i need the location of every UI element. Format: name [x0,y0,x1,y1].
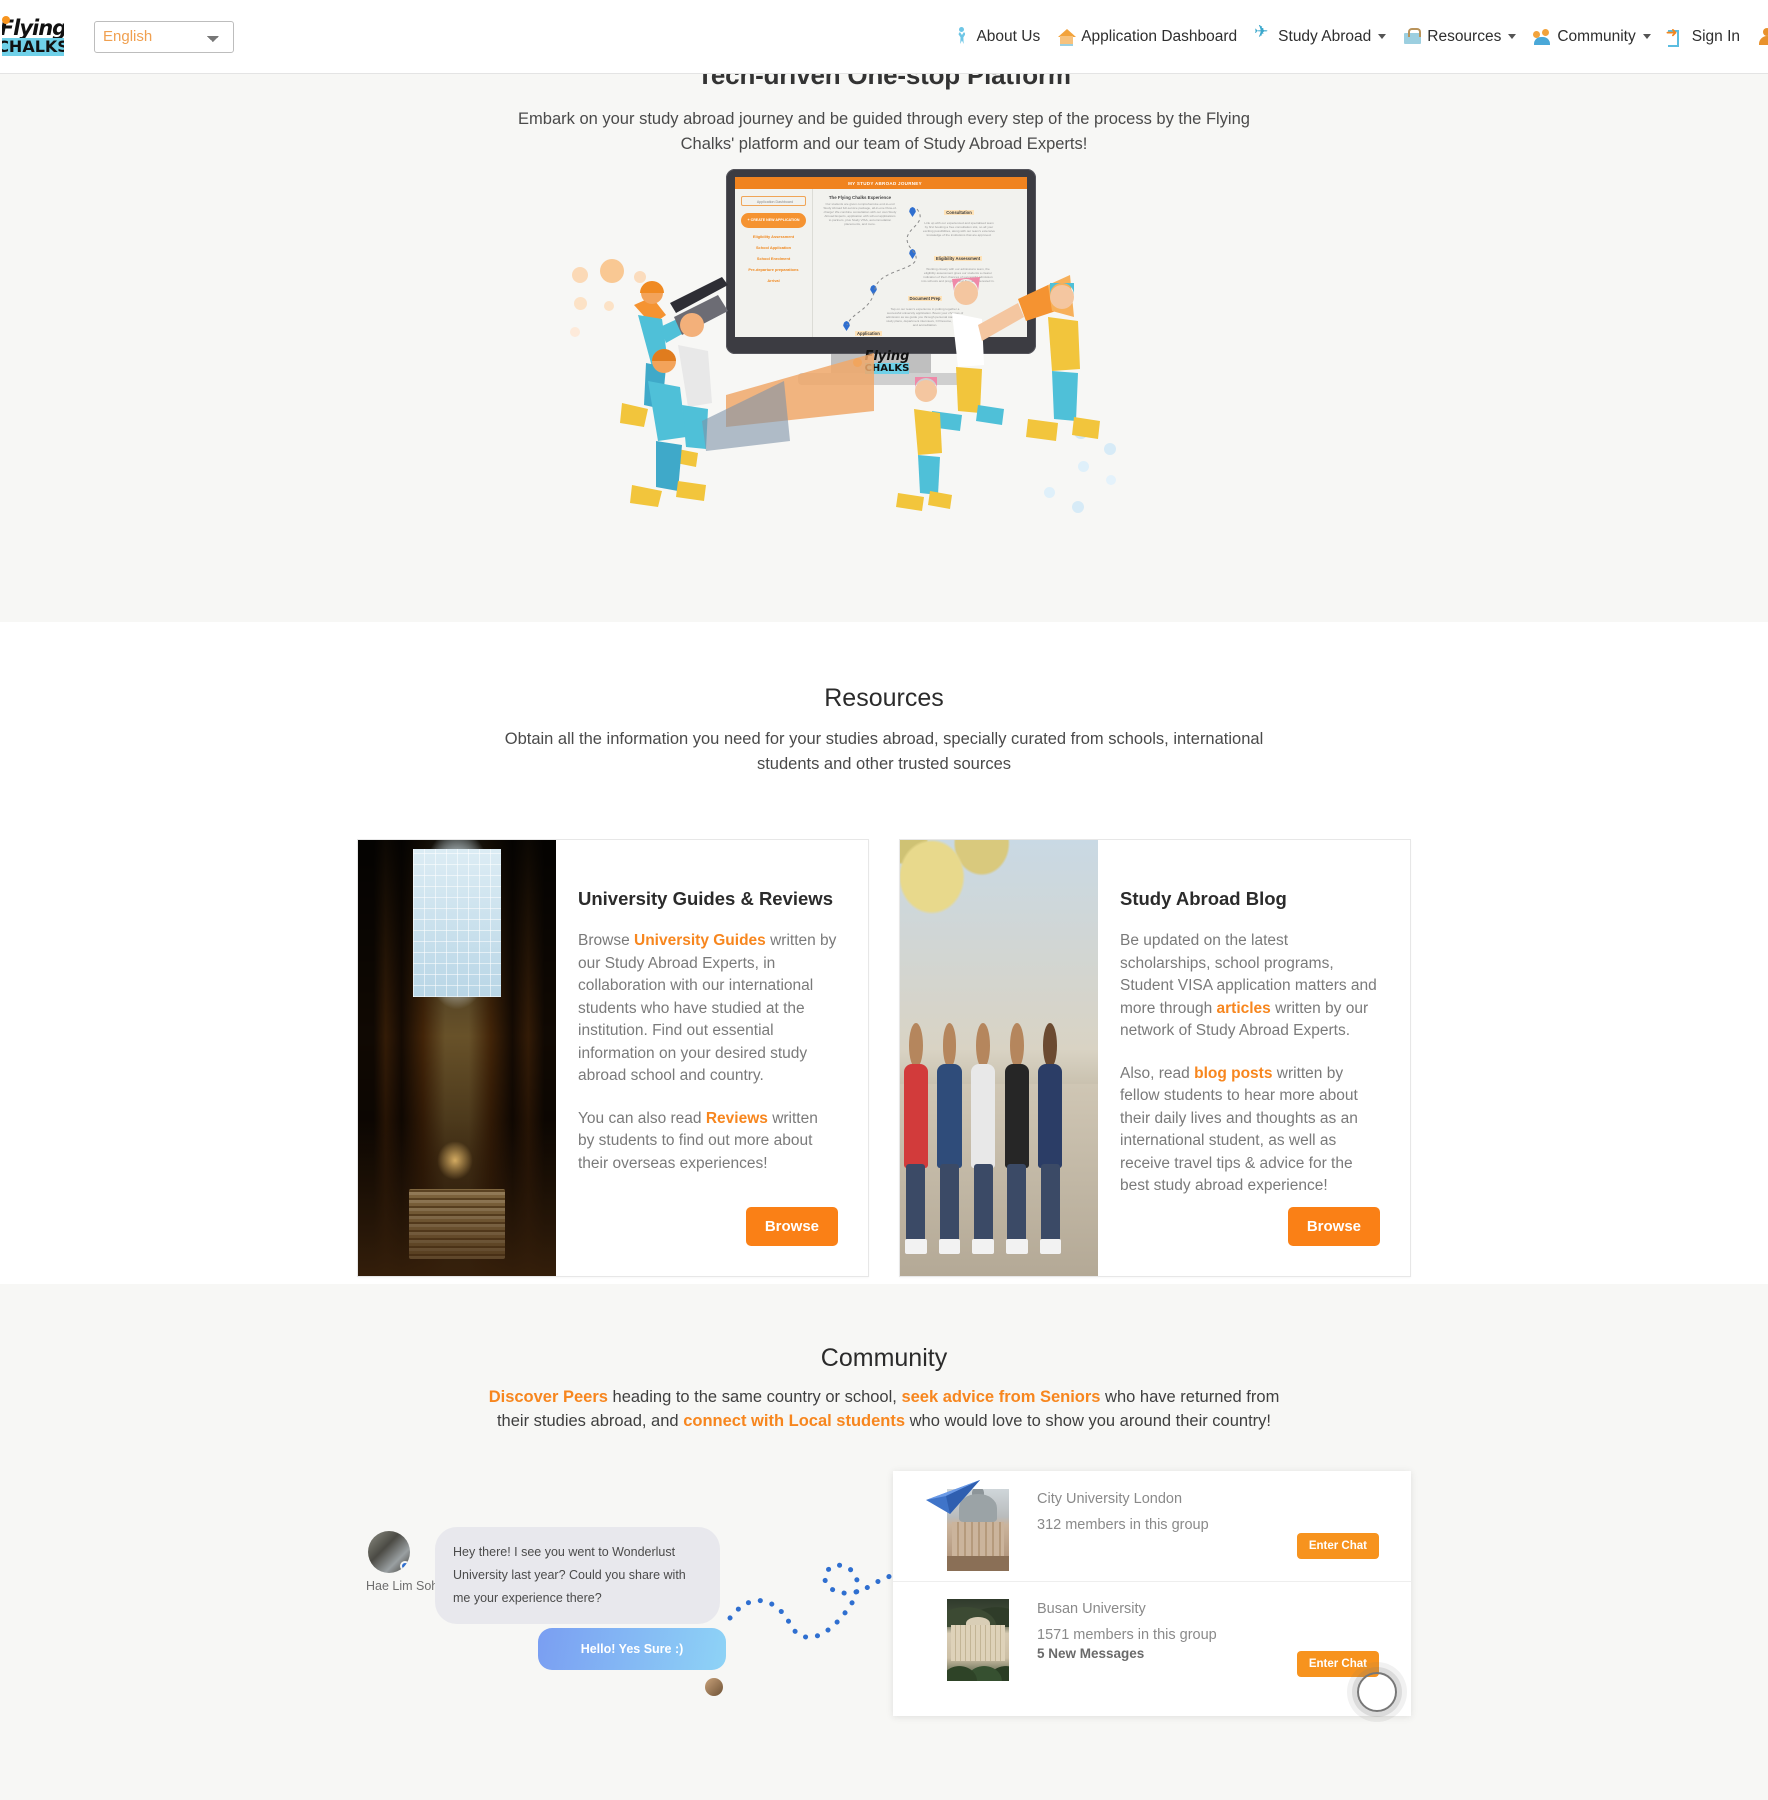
online-status-dot [400,1561,410,1571]
resource-card-body: University Guides & Reviews Browse Unive… [556,840,868,1276]
photo-person [934,1023,966,1255]
photo-lamp-detail [437,1140,473,1181]
chevron-down-icon [1642,34,1651,39]
nav-item-resources[interactable]: Resources [1403,27,1517,46]
brand-logo[interactable]: Flying CHALKS [2,6,64,68]
photo-person [1001,1023,1033,1255]
group-name: City University London [1037,1491,1183,1507]
nav-item-community[interactable]: Community [1533,27,1651,46]
nav-label: Community [1557,27,1636,45]
browse-button[interactable]: Browse [745,1207,838,1246]
group-list-item[interactable]: Busan University 1571 members in this gr… [893,1589,1411,1699]
nav-label: Sign In [1691,27,1740,45]
nav-item-application-dashboard[interactable]: Application Dashboard [1057,27,1237,46]
nav-label: Resources [1427,27,1502,45]
logo-dot-icon [2,15,10,24]
photo-students-row [900,1023,1098,1255]
library-interior-photo [358,840,556,1276]
browse-button[interactable]: Browse [1287,1207,1380,1246]
resource-card-title: University Guides & Reviews [578,888,833,909]
articles-link[interactable]: articles [1217,1000,1271,1017]
resource-card-body: Study Abroad Blog Be updated on the late… [1098,840,1410,1276]
photo-book-stack-detail [409,1188,505,1259]
students-figures [620,275,1100,511]
study-abroad-platform-illustration: MY STUDY ABROAD JOURNEY Application Dash… [570,169,1194,565]
person-icon [952,27,971,46]
group-new-messages-badge: 5 New Messages [1037,1646,1145,1661]
busan-university-photo [947,1599,1009,1681]
brand-name-line1: Flying [2,15,64,40]
community-title: Community [820,1344,948,1372]
discover-peers-link[interactable]: Discover Peers [489,1388,608,1406]
language-select[interactable]: English [94,20,234,53]
resource-card-paragraph: Be updated on the latest scholarships, s… [1120,930,1380,1043]
resources-title: Resources [824,684,944,712]
chat-sender: Hae Lim Soh [366,1531,439,1593]
photo-person [900,1023,932,1255]
navbar-links: About Us Application Dashboard Study Abr… [952,22,1768,47]
nav-item-avatar[interactable] [1757,27,1768,46]
photo-person [967,1023,999,1255]
nav-label: Application Dashboard [1081,27,1238,45]
connect-local-students-link[interactable]: connect with Local students [683,1412,905,1430]
chevron-down-icon [1508,34,1517,39]
photo-person [1035,1023,1067,1255]
community-subtitle: Discover Peers heading to the same count… [474,1385,1294,1433]
incoming-chat-bubble: Hey there! I see you went to Wonderlust … [435,1527,720,1624]
resources-subtitle: Obtain all the information you need for … [504,730,1264,773]
group-of-students-photo [900,840,1098,1276]
group-info: Busan University 1571 members in this gr… [1037,1601,1297,1661]
briefcase-icon [1403,27,1422,46]
list-divider [893,1581,1411,1582]
hero-subtitle: Embark on your study abroad journey and … [518,110,1250,153]
chevron-down-icon [1378,34,1387,39]
resource-card: Study Abroad Blog Be updated on the late… [899,839,1411,1277]
university-guides-link[interactable]: University Guides [634,932,766,949]
text-run: Browse [578,932,634,949]
nav-item-sign-in[interactable]: Sign In [1666,24,1740,47]
resource-card: University Guides & Reviews Browse Unive… [357,839,869,1277]
nav-item-study-abroad[interactable]: Study Abroad [1254,22,1387,46]
home-icon [1057,27,1077,46]
group-info: City University London 312 members in th… [1037,1491,1297,1533]
group-member-count: 312 members in this group [1037,1517,1209,1533]
text-run: written by fellow students to hear more … [1120,1064,1358,1195]
user-photo-avatar [368,1531,410,1573]
resource-card-paragraph: Browse University Guides written by our … [578,930,838,1088]
seek-advice-seniors-link[interactable]: seek advice from Seniors [901,1388,1100,1406]
nav-item-about-us[interactable]: About Us [952,27,1040,46]
blog-posts-link[interactable]: blog posts [1194,1065,1272,1082]
user-avatar-icon [1757,27,1768,46]
resources-section: Resources Obtain all the information you… [0,622,1768,1284]
text-run: written by our Study Abroad Experts, in … [578,932,837,1084]
enter-chat-button[interactable]: Enter Chat [1296,1533,1379,1559]
main-navbar: Flying CHALKS English About Us Applicati… [0,0,1768,74]
hero-section: Tech-driven One-stop Platform Embark on … [0,0,1768,622]
enter-chat-button[interactable]: Enter Chat [1296,1651,1379,1677]
group-member-count: 1571 members in this group [1037,1627,1217,1643]
outgoing-chat-bubble: Hello! Yes Sure :) [538,1628,726,1670]
group-name: Busan University [1037,1601,1146,1617]
mouse-cursor-click-indicator [1357,1672,1397,1712]
text-run: heading to the same country or school, [607,1388,902,1406]
resources-cards: University Guides & Reviews Browse Unive… [0,839,1768,1277]
sign-in-arrow-icon [1666,24,1687,47]
people-group-icon [1533,27,1552,46]
photo-tree-detail [900,840,1029,1024]
brand-name-line2: CHALKS [2,37,64,56]
resource-card-paragraph: You can also read Reviews written by stu… [578,1108,838,1176]
reviews-link[interactable]: Reviews [706,1110,768,1127]
airplane-icon [1254,22,1273,46]
text-run: Also, read [1120,1064,1195,1082]
resource-card-paragraph: Also, read blog posts written by fellow … [1120,1063,1380,1198]
nav-label: About Us [976,27,1041,45]
nav-label: Study Abroad [1278,27,1372,45]
photo-skylight-detail [413,848,501,997]
chat-sender-name: Hae Lim Soh [366,1579,439,1593]
resource-card-title: Study Abroad Blog [1120,888,1287,909]
text-run: who would love to show you around their … [905,1412,1272,1430]
paper-plane-icon [926,1480,980,1514]
text-run: You can also read [578,1109,706,1127]
